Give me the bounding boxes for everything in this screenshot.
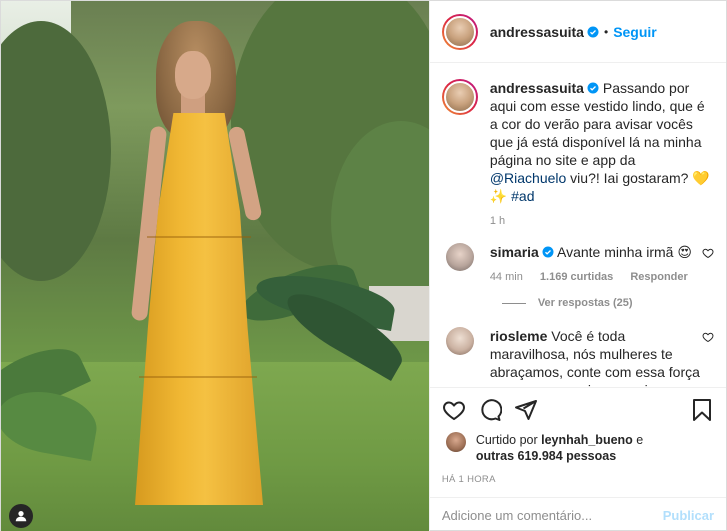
post-actions: Curtido por leynhah_bueno e outras 619.9… — [429, 387, 726, 497]
comment-body: riosleme Você é toda maravilhosa, nós mu… — [490, 327, 702, 387]
caption-username[interactable]: andressasuita — [490, 80, 584, 96]
caption-text: andressasuita Passando por aqui com esse… — [490, 79, 714, 205]
post-modal: andressasuita • Seguir andressasuita Pas… — [0, 0, 727, 531]
photo-model — [81, 21, 281, 511]
comment: simaria Avante minha irmã 😍 44 min 1.169… — [442, 243, 714, 283]
header-dot: • — [603, 24, 609, 39]
likes-others[interactable]: outras 619.984 pessoas — [476, 449, 616, 463]
view-replies-button[interactable]: Ver respostas (25) — [501, 297, 714, 309]
post-header: andressasuita • Seguir — [429, 1, 726, 63]
model-face — [175, 51, 211, 99]
comment: riosleme Você é toda maravilhosa, nós mu… — [442, 327, 714, 387]
follow-button[interactable]: Seguir — [613, 24, 657, 40]
author-avatar[interactable] — [441, 13, 478, 50]
caption: andressasuita Passando por aqui com esse… — [441, 79, 714, 227]
like-comment-heart-icon[interactable] — [702, 331, 714, 343]
verified-badge-icon — [587, 82, 599, 94]
header-author-row: andressasuita • Seguir — [490, 24, 657, 40]
reply-button[interactable]: Responder — [630, 271, 687, 283]
comment-username[interactable]: riosleme — [490, 328, 548, 344]
caption-body: andressasuita Passando por aqui com esse… — [490, 79, 714, 227]
caption-time[interactable]: 1 h — [490, 215, 505, 227]
comment-time[interactable]: 44 min — [490, 271, 523, 283]
dress-tier-line — [147, 236, 251, 238]
comment-username[interactable]: simaria — [490, 244, 539, 260]
comment-body: simaria Avante minha irmã 😍 44 min 1.169… — [490, 243, 702, 283]
replies-line — [501, 302, 526, 304]
post-photo[interactable] — [1, 1, 429, 531]
comment-content: Avante minha irmã 😍 — [556, 244, 692, 260]
comment-input[interactable] — [441, 507, 663, 523]
heart-icon[interactable] — [442, 398, 466, 422]
verified-badge-icon — [587, 26, 599, 37]
post-sidebar: andressasuita • Seguir andressasuita Pas… — [428, 1, 726, 531]
action-icons — [442, 396, 714, 424]
posted-ago[interactable]: HÁ 1 HORA — [442, 474, 714, 485]
comment-text: riosleme Você é toda maravilhosa, nós mu… — [490, 327, 702, 387]
liker-avatar[interactable] — [445, 432, 466, 452]
header-username[interactable]: andressasuita — [490, 24, 584, 40]
caption-avatar[interactable] — [441, 79, 478, 115]
bookmark-icon[interactable] — [690, 398, 714, 422]
like-comment-heart-icon[interactable] — [702, 247, 714, 259]
dress-tier-line — [139, 376, 257, 378]
comment-likes[interactable]: 1.169 curtidas — [540, 271, 613, 283]
caption-hashtag[interactable]: #ad — [511, 188, 534, 204]
publish-button[interactable]: Publicar — [663, 508, 714, 523]
likes-summary: Curtido por leynhah_bueno e outras 619.9… — [442, 432, 714, 464]
view-replies-label: Ver respostas (25) — [537, 297, 633, 309]
caption-mention[interactable]: @Riachuelo — [490, 170, 566, 186]
comment-avatar[interactable] — [445, 243, 474, 271]
add-comment-bar: Publicar — [429, 497, 726, 531]
comment-meta: 44 min 1.169 curtidas Responder — [490, 271, 702, 283]
comments-area: andressasuita Passando por aqui com esse… — [430, 63, 726, 387]
verified-badge-icon — [542, 246, 554, 258]
comment-text: simaria Avante minha irmã 😍 — [490, 243, 702, 261]
caption-meta: 1 h — [490, 215, 714, 227]
liker-username[interactable]: leynhah_bueno — [541, 433, 633, 447]
likes-middle: e — [632, 433, 644, 447]
comment-icon[interactable] — [478, 398, 502, 422]
share-icon[interactable] — [514, 398, 538, 422]
user-tag-icon[interactable] — [9, 504, 33, 528]
comment-avatar[interactable] — [445, 327, 474, 355]
likes-prefix: Curtido por — [475, 433, 542, 447]
likes-text: Curtido por leynhah_bueno e outras 619.9… — [476, 432, 643, 464]
